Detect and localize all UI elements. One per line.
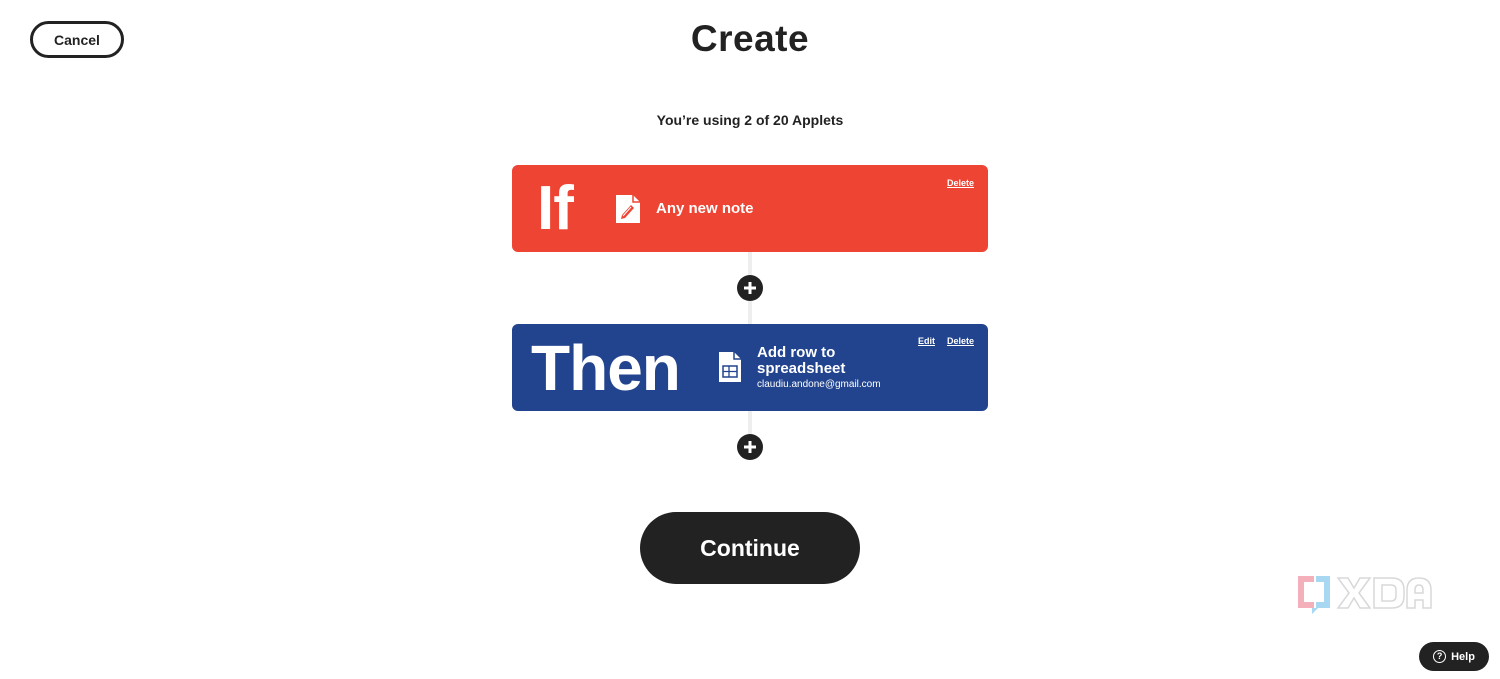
page-title: Create <box>690 18 810 59</box>
edit-action-link[interactable]: Edit <box>918 336 935 346</box>
then-action-card[interactable]: Then Add row to spreadsheet claudiu.ando… <box>512 324 988 411</box>
plus-icon <box>744 282 756 294</box>
question-mark-icon: ? <box>1433 650 1447 663</box>
spreadsheet-icon <box>719 352 741 382</box>
add-step-button[interactable] <box>737 434 763 460</box>
help-label: Help <box>1451 650 1475 663</box>
create-applet-page: Cancel Create You’re using 2 of 20 Apple… <box>0 0 1500 679</box>
xda-logo <box>1298 576 1432 614</box>
trigger-title: Any new note <box>656 200 754 217</box>
delete-trigger-link[interactable]: Delete <box>947 178 974 188</box>
action-title: Add row to spreadsheet <box>757 344 846 377</box>
add-step-button[interactable] <box>737 275 763 301</box>
plus-icon <box>744 441 756 453</box>
if-trigger-card[interactable]: If Any new note Delete <box>512 165 988 252</box>
continue-button[interactable]: Continue <box>640 512 860 584</box>
then-keyword: Then <box>531 331 681 404</box>
if-keyword: If <box>537 173 574 243</box>
note-pencil-icon <box>616 195 640 223</box>
delete-action-link[interactable]: Delete <box>947 336 974 346</box>
action-account: claudiu.andone@gmail.com <box>757 379 881 390</box>
applet-usage-text: You’re using 2 of 20 Applets <box>656 112 844 128</box>
help-button[interactable]: ? Help <box>1419 642 1489 671</box>
